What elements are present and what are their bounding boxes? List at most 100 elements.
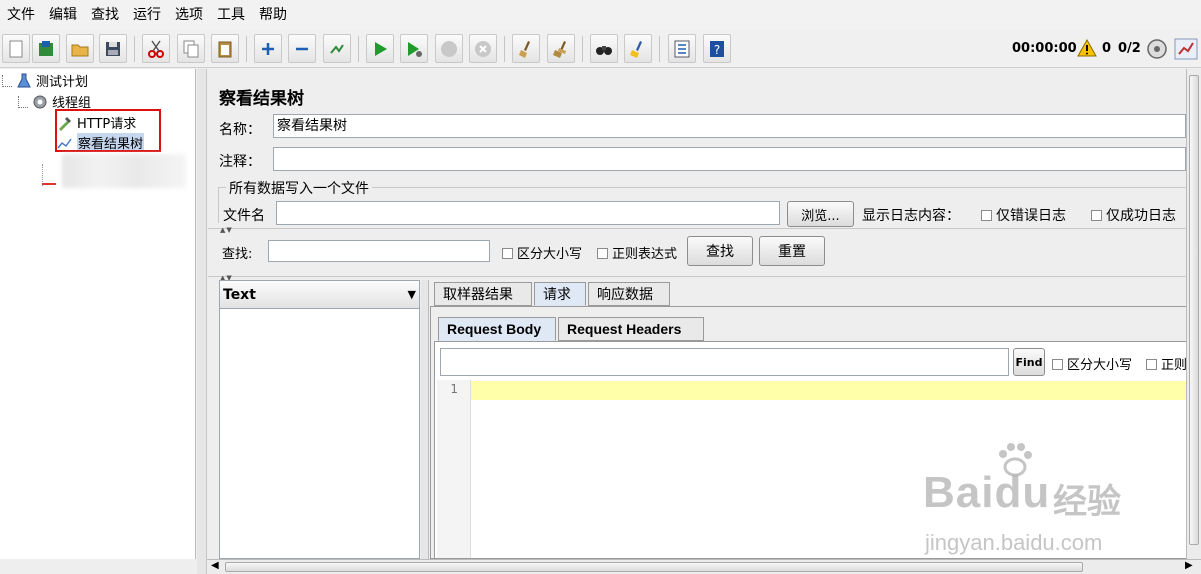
paste-button[interactable] bbox=[211, 34, 239, 63]
name-input[interactable]: 察看结果树 bbox=[273, 114, 1186, 138]
template-icon bbox=[39, 40, 53, 56]
reset-broom-icon bbox=[630, 40, 642, 58]
binoculars-icon bbox=[596, 45, 612, 55]
body-regex-checkbox[interactable]: 正则 bbox=[1146, 354, 1187, 373]
split-divider[interactable] bbox=[197, 69, 207, 574]
toggle-button[interactable] bbox=[323, 34, 351, 63]
checkbox-box[interactable] bbox=[1146, 359, 1157, 370]
status-icon[interactable] bbox=[1174, 38, 1198, 60]
shutdown-icon bbox=[475, 40, 491, 57]
checkbox-box[interactable] bbox=[502, 248, 513, 259]
paste-icon bbox=[218, 41, 232, 57]
open-icon bbox=[71, 44, 89, 56]
search-label: 查找: bbox=[222, 247, 253, 262]
flask-icon bbox=[17, 73, 31, 87]
shutdown-button[interactable] bbox=[469, 34, 497, 63]
expand-button[interactable] bbox=[254, 34, 282, 63]
menu-file[interactable]: 文件 bbox=[0, 0, 42, 30]
tree-item-test-plan[interactable]: 测试计划 bbox=[2, 71, 88, 90]
checkbox-box[interactable] bbox=[597, 248, 608, 259]
cut-icon bbox=[148, 40, 164, 58]
template-button[interactable] bbox=[32, 34, 60, 63]
split-sash-middle[interactable]: ▲▼ bbox=[208, 269, 1188, 282]
watermark-suffix: 经验 bbox=[1053, 482, 1121, 522]
help-button[interactable]: ? bbox=[703, 34, 731, 63]
clear-button[interactable] bbox=[512, 34, 540, 63]
search-button[interactable] bbox=[590, 34, 618, 63]
menu-edit[interactable]: 编辑 bbox=[42, 0, 84, 30]
broom-icon bbox=[519, 40, 530, 58]
minus-icon bbox=[296, 47, 308, 50]
cut-button[interactable] bbox=[142, 34, 170, 63]
reset-search-button[interactable] bbox=[624, 34, 652, 63]
thread-count: 0/2 bbox=[1118, 41, 1141, 56]
start-button[interactable] bbox=[366, 34, 394, 63]
menu-options[interactable]: 选项 bbox=[168, 0, 210, 30]
collapse-button[interactable] bbox=[288, 34, 316, 63]
regex-label: 正则表达式 bbox=[612, 247, 678, 262]
tab-sampler-result[interactable]: 取样器结果 bbox=[434, 282, 532, 306]
page-title: 察看结果树 bbox=[219, 89, 304, 109]
sample-result-list[interactable] bbox=[219, 280, 420, 559]
tab-response-data[interactable]: 响应数据 bbox=[588, 282, 670, 306]
tab-request[interactable]: 请求 bbox=[534, 282, 586, 306]
body-regex-label: 正则 bbox=[1161, 358, 1188, 373]
save-icon bbox=[106, 41, 120, 56]
result-split-sash[interactable] bbox=[421, 280, 429, 559]
chevron-down-icon: ▼ bbox=[407, 288, 416, 301]
checkbox-box[interactable] bbox=[981, 210, 992, 221]
tree-highlight-box bbox=[55, 109, 161, 152]
watermark-brand: Baidu bbox=[923, 468, 1051, 517]
save-button[interactable] bbox=[99, 34, 127, 63]
clear-all-button[interactable] bbox=[547, 34, 575, 63]
checkbox-box[interactable] bbox=[1091, 210, 1102, 221]
name-label: 名称： bbox=[219, 122, 261, 138]
remote-icon[interactable] bbox=[1146, 38, 1168, 60]
scroll-left-icon[interactable]: ◀ bbox=[211, 560, 219, 571]
open-button[interactable] bbox=[66, 34, 94, 63]
renderer-select[interactable]: Text ▼ bbox=[219, 280, 420, 309]
find-button[interactable]: 查找 bbox=[687, 236, 753, 266]
body-find-button[interactable]: Find bbox=[1013, 348, 1045, 376]
watermark-url: jingyan.baidu.com bbox=[925, 530, 1103, 555]
file-section-title: 所有数据写入一个文件 bbox=[226, 178, 372, 198]
stop-button[interactable] bbox=[435, 34, 463, 63]
plus-icon bbox=[262, 42, 274, 55]
tree-label: 测试计划 bbox=[36, 75, 89, 90]
line-gutter: 1 bbox=[437, 380, 471, 558]
play-no-pause-icon bbox=[408, 41, 422, 57]
toggle-icon bbox=[330, 43, 344, 54]
broom-all-icon bbox=[553, 40, 566, 58]
search-input[interactable] bbox=[268, 240, 490, 262]
function-helper-button[interactable] bbox=[668, 34, 696, 63]
watermark: Baidu 经验 jingyan.baidu.com bbox=[905, 440, 1201, 570]
new-button[interactable] bbox=[2, 34, 30, 63]
case-sensitive-checkbox[interactable]: 区分大小写 bbox=[502, 243, 582, 262]
start-no-pause-button[interactable] bbox=[400, 34, 428, 63]
blurred-area bbox=[62, 154, 186, 188]
help-icon: ? bbox=[710, 40, 724, 57]
warning-count: 0 bbox=[1102, 41, 1112, 56]
comment-label: 注释： bbox=[219, 154, 261, 170]
list-icon bbox=[674, 40, 690, 57]
body-case-label: 区分大小写 bbox=[1067, 358, 1133, 373]
tab-request-headers[interactable]: Request Headers bbox=[558, 317, 704, 341]
menu-help[interactable]: 帮助 bbox=[252, 0, 294, 30]
current-line-highlight[interactable] bbox=[471, 381, 1188, 400]
copy-button[interactable] bbox=[177, 34, 205, 63]
tab-request-body[interactable]: Request Body bbox=[438, 317, 556, 341]
menu-search[interactable]: 查找 bbox=[84, 0, 126, 30]
body-case-checkbox[interactable]: 区分大小写 bbox=[1052, 354, 1132, 373]
checkbox-box[interactable] bbox=[1052, 359, 1063, 370]
new-icon bbox=[9, 40, 23, 57]
body-find-input[interactable] bbox=[440, 348, 1009, 376]
gear-icon bbox=[33, 95, 47, 108]
menu-run[interactable]: 运行 bbox=[126, 0, 168, 30]
menu-tools[interactable]: 工具 bbox=[210, 0, 252, 30]
elapsed-timer: 00:00:00 bbox=[1012, 41, 1077, 56]
split-sash-top[interactable]: ▲▼ bbox=[208, 221, 1188, 234]
reset-button[interactable]: 重置 bbox=[759, 236, 825, 266]
regex-checkbox[interactable]: 正则表达式 bbox=[597, 243, 677, 262]
menu-bar: 文件 编辑 查找 运行 选项 工具 帮助 bbox=[0, 0, 1201, 30]
comment-input[interactable] bbox=[273, 147, 1186, 171]
